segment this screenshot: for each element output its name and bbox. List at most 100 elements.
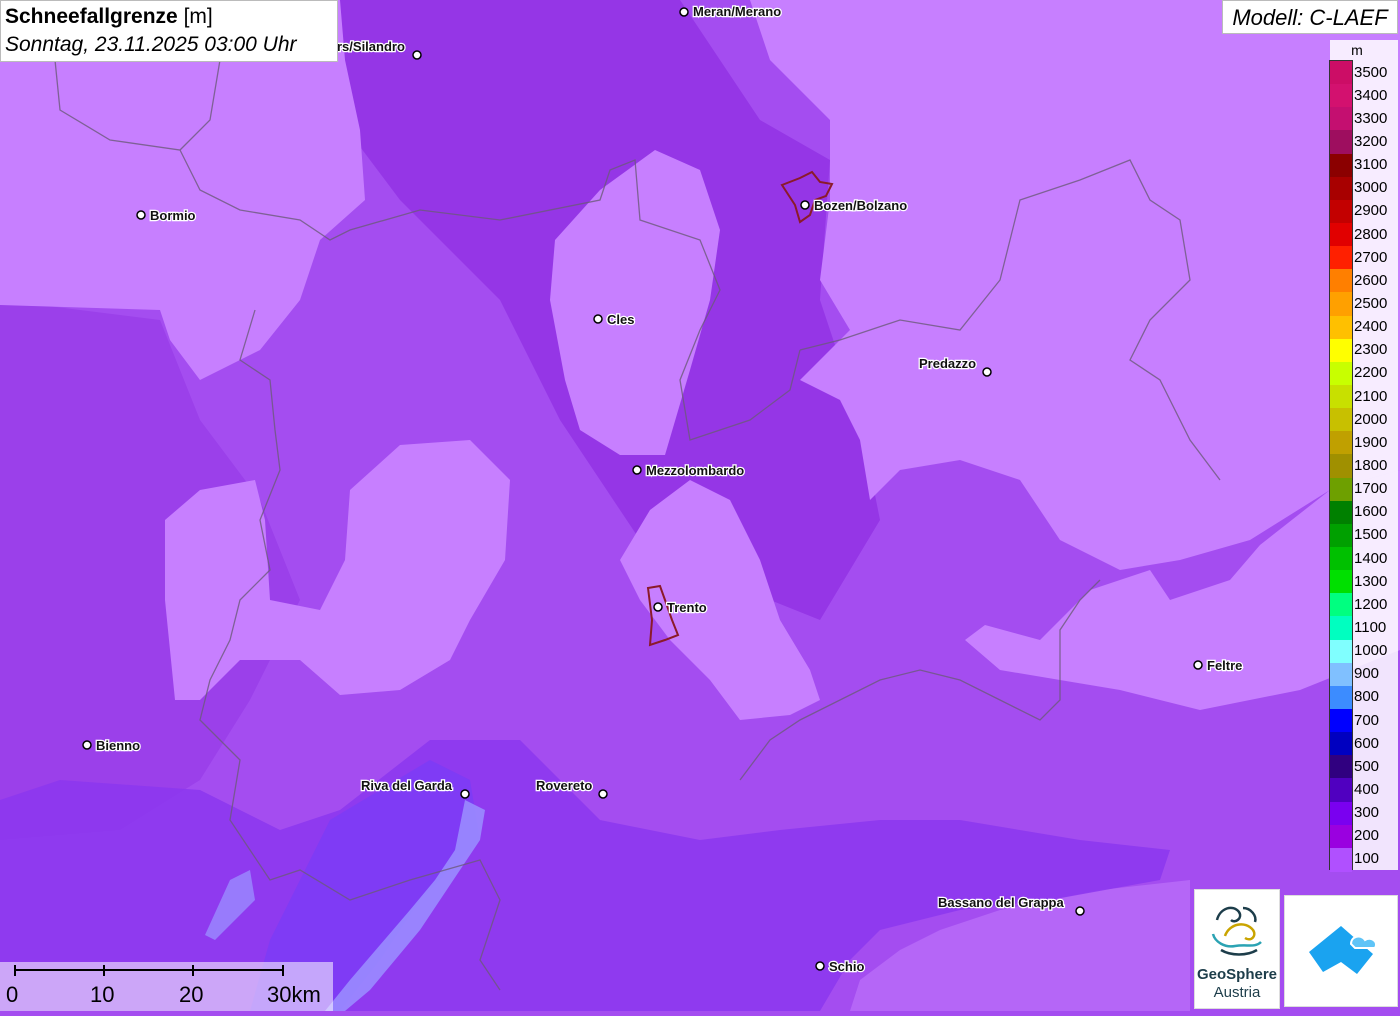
city-marker-bolzano[interactable]: Bozen/Bolzano — [800, 197, 908, 214]
city-dot — [1193, 660, 1203, 670]
legend-unit: m — [1351, 42, 1363, 58]
legend-label: 1600 — [1354, 503, 1388, 521]
city-marker-mezzolombardo[interactable]: Mezzolombardo — [632, 462, 746, 479]
city-label: Feltre — [1207, 658, 1242, 673]
city-label: Bormio — [150, 208, 196, 223]
city-dot — [632, 465, 642, 475]
legend-swatch — [1330, 639, 1352, 664]
geosphere-logo[interactable]: GeoSphere Austria — [1194, 889, 1280, 1009]
legend-label: 900 — [1354, 665, 1380, 683]
legend-swatch — [1330, 315, 1352, 340]
legend-swatch — [1330, 176, 1352, 201]
legend-swatch — [1330, 223, 1352, 247]
legend-swatch — [1330, 685, 1352, 710]
legend-swatch — [1330, 107, 1352, 132]
city-label: Schio — [829, 959, 864, 974]
legend-swatch — [1330, 431, 1352, 456]
scale-label-10: 10 — [90, 982, 115, 1007]
snowfall-line-map[interactable]: Meran/Merano rs/Silandro Bormio Bozen/Bo… — [0, 0, 1400, 1011]
model-label: Modell: C-LAEF — [1222, 0, 1398, 34]
legend-label: 2600 — [1354, 271, 1388, 289]
legend-swatch — [1330, 547, 1352, 571]
title-text: Schneefallgrenze — [5, 5, 178, 28]
city-dot — [593, 314, 603, 324]
legend-swatch — [1330, 778, 1352, 803]
legend-swatch — [1330, 477, 1352, 502]
legend-swatch — [1330, 500, 1352, 525]
legend-label: 300 — [1354, 804, 1380, 822]
weather-app-logo[interactable] — [1284, 895, 1398, 1007]
legend-label: 700 — [1354, 711, 1380, 729]
legend-label: 3300 — [1354, 109, 1388, 127]
legend-label: 1900 — [1354, 433, 1388, 451]
legend-label: 1500 — [1354, 526, 1388, 544]
city-dot — [460, 789, 470, 799]
title-box: Schneefallgrenze [m] Sonntag, 23.11.2025… — [0, 0, 338, 62]
legend-label: 2800 — [1354, 225, 1388, 243]
legend-swatch — [1330, 246, 1352, 271]
city-label: rs/Silandro — [337, 39, 405, 54]
legend-swatch — [1330, 338, 1352, 363]
city-label: Trento — [667, 600, 707, 615]
city-label: Bassano del Grappa — [938, 895, 1064, 910]
legend-swatch — [1330, 361, 1352, 386]
legend-label: 400 — [1354, 781, 1380, 798]
legend-label: 2500 — [1354, 295, 1388, 312]
title-unit: [m] — [183, 5, 213, 28]
legend-swatch — [1330, 84, 1352, 109]
city-label: Meran/Merano — [693, 4, 781, 19]
scale-label-0: 0 — [6, 982, 19, 1007]
legend-label: 2300 — [1354, 341, 1388, 359]
city-label: Bienno — [96, 738, 140, 753]
legend-swatch — [1330, 523, 1352, 548]
city-label: Predazzo — [919, 356, 976, 371]
legend-swatch — [1330, 153, 1352, 178]
legend-swatch — [1330, 662, 1352, 687]
legend-swatch — [1330, 61, 1352, 85]
city-label: Bozen/Bolzano — [814, 198, 907, 213]
legend-swatch — [1330, 593, 1352, 618]
legend-label: 2400 — [1354, 318, 1388, 336]
city-dot — [598, 789, 608, 799]
legend-swatch — [1330, 130, 1352, 155]
legend-label: 1300 — [1354, 572, 1388, 590]
map-datetime: Sonntag, 23.11.2025 03:00 Uhr — [5, 33, 297, 56]
scale-label-20: 20 — [179, 982, 204, 1007]
legend-swatch — [1330, 801, 1352, 826]
legend-label: 1400 — [1354, 549, 1388, 567]
city-dot — [982, 367, 992, 377]
geosphere-sub: Austria — [1213, 984, 1261, 1001]
city-dot — [679, 7, 689, 17]
legend-label: 3500 — [1354, 63, 1388, 81]
legend-label: 2000 — [1354, 410, 1388, 428]
city-dot — [800, 200, 810, 210]
city-dot — [82, 740, 92, 750]
legend-swatch — [1330, 199, 1352, 224]
legend-swatch — [1330, 385, 1352, 409]
legend-label: 200 — [1354, 827, 1380, 845]
legend-swatch — [1330, 616, 1352, 641]
legend-swatch — [1330, 408, 1352, 433]
legend-swatch — [1330, 709, 1352, 733]
scale-label-30km: 30km — [267, 982, 321, 1007]
legend-swatch — [1330, 755, 1352, 780]
legend-swatch — [1330, 570, 1352, 595]
city-dot — [653, 602, 663, 612]
legend-swatch — [1330, 292, 1352, 317]
city-marker-meran[interactable]: Meran/Merano — [679, 3, 782, 20]
map-title: Schneefallgrenze [m] — [5, 3, 333, 31]
legend-swatch — [1330, 732, 1352, 757]
legend-swatch — [1330, 847, 1352, 872]
legend-label: 600 — [1354, 734, 1380, 752]
geosphere-name: GeoSphere — [1196, 966, 1278, 983]
legend-label: 2700 — [1354, 248, 1388, 266]
legend-label: 1800 — [1354, 457, 1388, 474]
legend-label: 1700 — [1354, 480, 1388, 498]
legend-label: 2100 — [1354, 387, 1388, 405]
legend-label: 3400 — [1354, 86, 1388, 104]
legend-label: 2200 — [1354, 364, 1388, 382]
house-cloud-icon — [1309, 926, 1377, 974]
legend-label: 1100 — [1354, 619, 1387, 636]
city-dot — [815, 961, 825, 971]
legend-label: 1200 — [1354, 595, 1388, 613]
